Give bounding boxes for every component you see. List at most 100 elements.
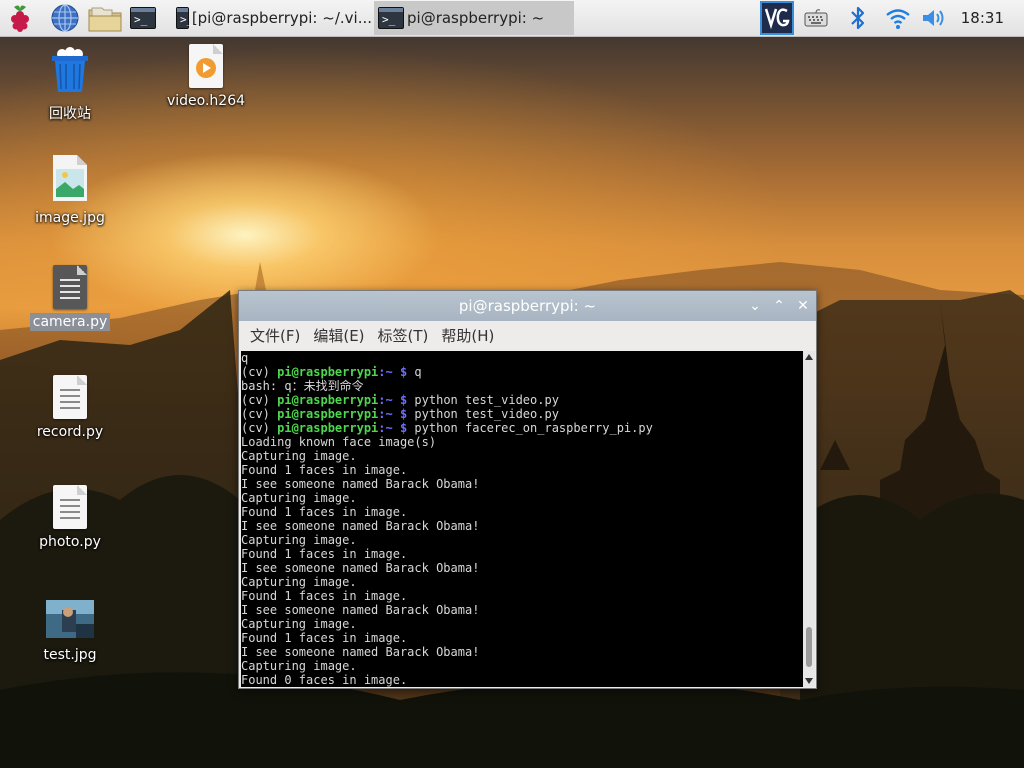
vnc-button[interactable] [760,1,794,35]
desktop-icon-label: image.jpg [35,210,105,226]
terminal-icon: >_ [378,7,404,29]
terminal-output-line: Found 1 faces in image. [241,547,408,561]
terminal-prompt-line: (cv) pi@raspberrypi:~ $ q [241,365,803,379]
desktop-icon-label: record.py [36,424,104,440]
terminal-icon: >_ [176,7,193,29]
terminal-icon: >_ [130,7,156,29]
video-file-icon [189,44,223,88]
terminal-output-line: Capturing image. [241,449,357,463]
image-file-icon [53,155,87,201]
desktop-icon-test-jpg[interactable]: test.jpg [15,600,125,664]
prompt-dollar: $ [392,407,415,421]
wifi-button[interactable] [884,2,914,34]
terminal-output-line: Found 1 faces in image. [241,631,408,645]
task-label: pi@raspberrypi: ~ [407,9,545,27]
desktop-icon-label: video.h264 [166,93,246,109]
scrollbar-thumb[interactable] [806,627,812,667]
close-icon[interactable]: ✕ [796,291,810,321]
desktop-icon-photo-py[interactable]: photo.py [15,485,125,551]
terminal-output-line: Found 1 faces in image. [241,505,408,519]
window-title: pi@raspberrypi: ~ [458,297,597,315]
terminal-output-line: I see someone named Barack Obama! [241,561,480,575]
terminal-window: pi@raspberrypi: ~ ⌄ ⌃ ✕ 文件(F) 编辑(E) 标签(T… [238,290,817,689]
prompt-dollar: $ [392,421,415,435]
web-browser-icon [51,4,79,32]
web-browser-button[interactable] [50,2,82,34]
terminal-launcher-button[interactable]: >_ [130,2,162,34]
bluetooth-button[interactable] [848,2,870,34]
task-button-1[interactable]: >_ pi@raspberrypi: ~ [374,1,574,35]
volume-button[interactable] [920,2,950,34]
terminal-prompt-line: (cv) pi@raspberrypi:~ $ python facerec_o… [241,421,803,435]
prompt-path: :~ [378,407,393,421]
bluetooth-icon [851,6,865,30]
prompt-path: :~ [378,421,393,435]
prompt-user: pi@raspberrypi [277,365,379,379]
terminal-output-line: Loading known face image(s) [241,435,437,449]
python-file-icon [53,485,87,529]
python-file-icon [53,265,87,309]
desktop-icon-label: test.jpg [43,647,97,663]
maximize-chevron-icon[interactable]: ⌃ [772,291,786,321]
prompt-cmd: python facerec_on_raspberry_pi.py [414,421,653,435]
trash-icon [52,47,88,92]
prompt-env: (cv) [241,365,278,379]
minimize-chevron-icon[interactable]: ⌄ [748,291,762,321]
menu-help[interactable]: 帮助(H) [441,325,494,346]
prompt-cmd: python test_video.py [414,407,559,421]
scroll-down-arrow-icon[interactable] [805,678,813,684]
raspberry-menu-icon [11,5,29,32]
terminal-output-line: I see someone named Barack Obama! [241,477,480,491]
menu-edit[interactable]: 编辑(E) [313,325,364,346]
menu-file[interactable]: 文件(F) [250,325,300,346]
terminal-output-line: Capturing image. [241,575,357,589]
prompt-env: (cv) [241,421,278,435]
python-file-icon [53,375,87,419]
task-button-0[interactable]: >_ [pi@raspberrypi: ~/.vi... [172,1,372,35]
desktop-icon-record-py[interactable]: record.py [15,375,125,441]
terminal-prompt-line: (cv) pi@raspberrypi:~ $ python test_vide… [241,407,803,421]
terminal-scrollbar[interactable] [803,351,815,687]
desktop-icon-label: 回收站 [49,106,91,122]
desktop-icon-trash[interactable]: 回收站 [15,46,125,124]
prompt-dollar: $ [392,365,415,379]
desktop-icon-label: photo.py [39,534,101,550]
photo-thumbnail-icon [46,600,94,638]
wifi-icon [886,9,910,29]
window-titlebar[interactable]: pi@raspberrypi: ~ ⌄ ⌃ ✕ [239,291,816,321]
play-icon [196,58,216,78]
terminal-output-line: q [241,351,249,365]
desktop-icon-image[interactable]: image.jpg [15,155,125,227]
prompt-path: :~ [378,365,393,379]
terminal-output-line: I see someone named Barack Obama! [241,645,480,659]
scroll-up-arrow-icon[interactable] [805,354,813,360]
file-manager-icon [88,7,122,32]
vnc-icon [760,1,794,35]
menu-tabs[interactable]: 标签(T) [378,325,429,346]
raspberry-menu-button[interactable] [6,2,38,34]
terminal-output-line: Found 0 faces in image. [241,673,408,687]
file-manager-button[interactable] [88,2,124,34]
terminal-output-line: Capturing image. [241,617,357,631]
desktop-icon-video[interactable]: video.h264 [151,44,261,110]
terminal-output-line: I see someone named Barack Obama! [241,519,480,533]
prompt-user: pi@raspberrypi [277,393,379,407]
terminal-output-line: bash: q：未找到命令 [241,379,364,393]
desktop-icon-camera-py[interactable]: camera.py [15,265,125,331]
terminal-output-line: Capturing image. [241,491,357,505]
prompt-dollar: $ [392,393,415,407]
terminal-output-line: I see someone named Barack Obama! [241,603,480,617]
prompt-user: pi@raspberrypi [277,421,379,435]
prompt-user: pi@raspberrypi [277,407,379,421]
volume-icon [923,10,944,26]
terminal-output-line: Capturing image. [241,533,357,547]
menubar: 文件(F) 编辑(E) 标签(T) 帮助(H) [239,321,816,349]
prompt-env: (cv) [241,393,278,407]
keyboard-icon [804,9,828,27]
clock[interactable]: 18:31 [961,0,1004,36]
terminal-output[interactable]: q (cv) pi@raspberrypi:~ $ q bash: q：未找到命令(… [241,351,803,687]
prompt-cmd: q [414,365,422,379]
keyboard-button[interactable] [804,2,830,34]
terminal-output-line: Found 1 faces in image. [241,589,408,603]
terminal-prompt-line: (cv) pi@raspberrypi:~ $ python test_vide… [241,393,803,407]
